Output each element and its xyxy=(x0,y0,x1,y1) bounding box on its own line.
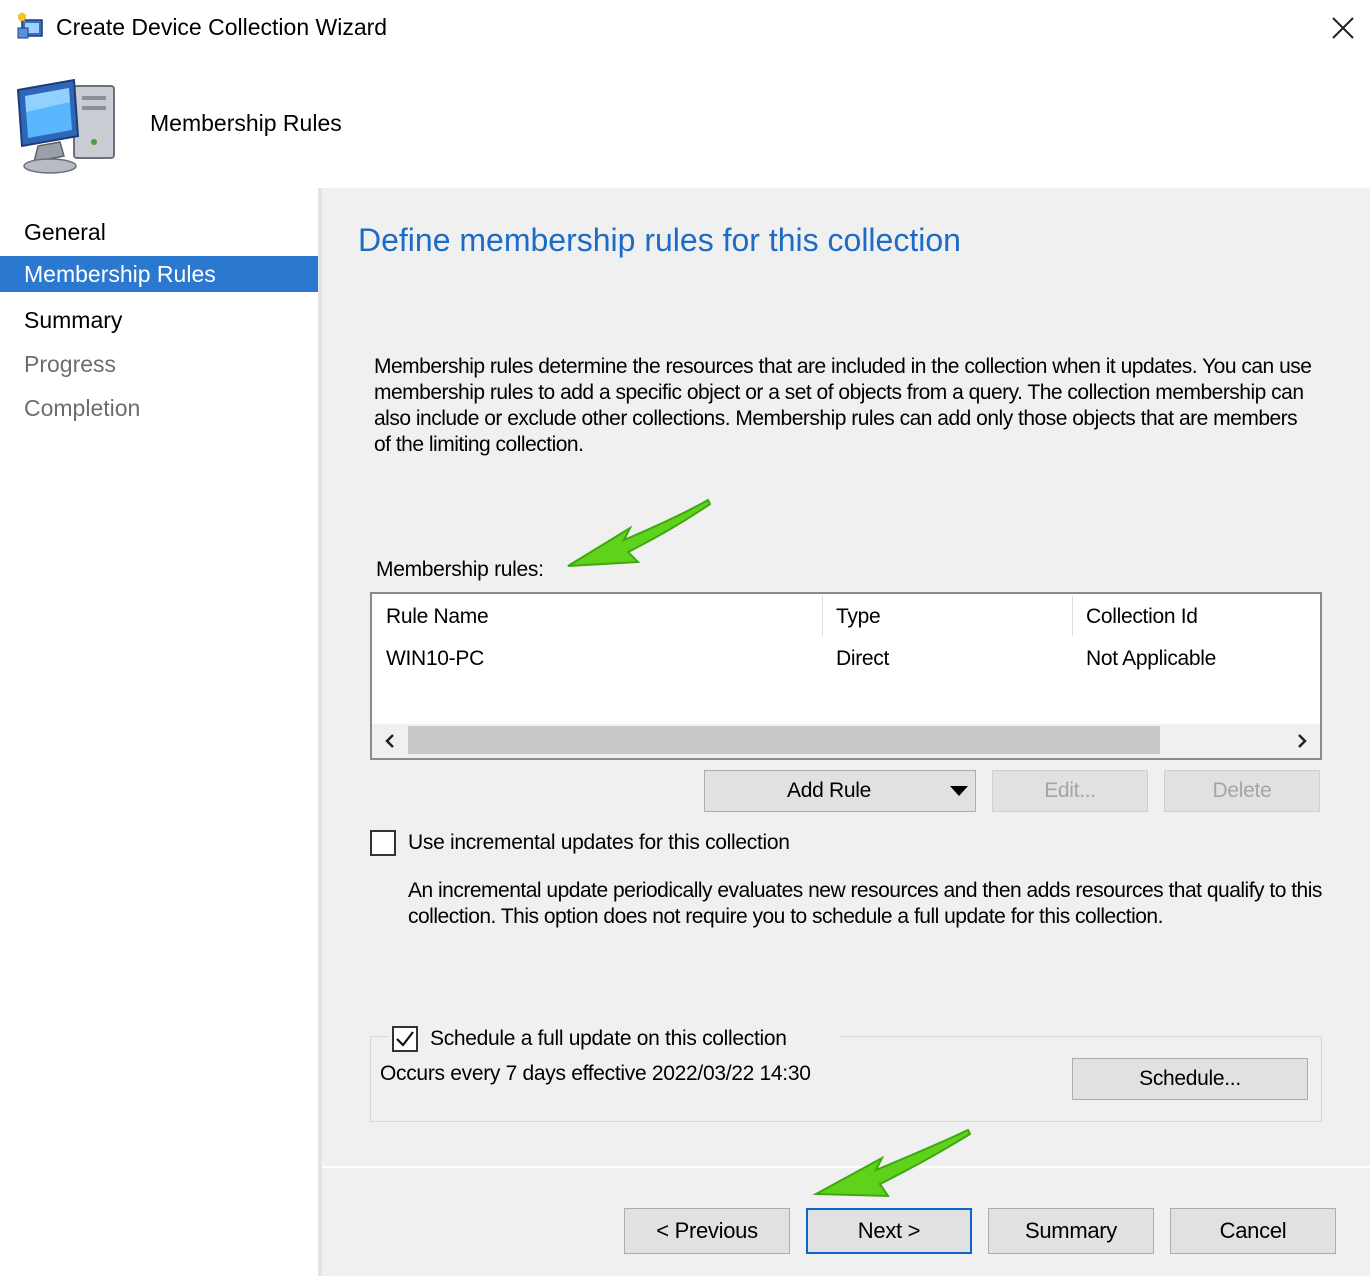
nav-item-progress: Progress xyxy=(24,351,117,377)
cell-rule-name: WIN10-PC xyxy=(386,647,484,670)
summary-button[interactable]: Summary xyxy=(988,1208,1154,1254)
cell-collection-id: Not Applicable xyxy=(1086,647,1217,670)
incremental-updates-checkbox[interactable] xyxy=(370,830,396,856)
scrollbar-thumb[interactable] xyxy=(408,726,1160,754)
membership-rules-label: Membership rules: xyxy=(376,558,544,581)
membership-description: Membership rules determine the resources… xyxy=(374,355,1312,456)
horizontal-scrollbar[interactable] xyxy=(372,724,1320,758)
title-bar: Create Device Collection Wizard xyxy=(0,0,1370,56)
incremental-updates-label[interactable]: Use incremental updates for this collect… xyxy=(408,831,790,855)
next-button[interactable]: Next > xyxy=(806,1208,972,1254)
chevron-left-icon[interactable] xyxy=(384,733,396,749)
schedule-occurs-text: Occurs every 7 days effective 2022/03/22… xyxy=(380,1062,811,1085)
page-title: Define membership rules for this collect… xyxy=(358,222,961,258)
add-rule-button[interactable]: Add Rule xyxy=(704,770,976,812)
nav-item-summary[interactable]: Summary xyxy=(0,302,318,338)
checkmark-icon xyxy=(396,1031,414,1047)
column-header-type[interactable]: Type xyxy=(822,594,1072,640)
nav-item-general[interactable]: General xyxy=(0,214,318,250)
list-header: Rule Name Type Collection Id xyxy=(372,594,1320,640)
previous-button[interactable]: < Previous xyxy=(624,1208,790,1254)
delete-rule-button[interactable]: Delete xyxy=(1164,770,1320,812)
chevron-right-icon[interactable] xyxy=(1296,733,1308,749)
nav-item-membership-rules[interactable]: Membership Rules xyxy=(0,256,318,292)
table-row[interactable]: WIN10-PC Direct Not Applicable xyxy=(372,640,1320,678)
add-rule-label: Add Rule xyxy=(787,779,871,802)
scroll-right-button[interactable] xyxy=(1284,724,1320,758)
wizard-app-icon xyxy=(17,11,43,39)
window-title: Create Device Collection Wizard xyxy=(56,14,388,40)
header-title: Membership Rules xyxy=(150,110,342,136)
cancel-button[interactable]: Cancel xyxy=(1170,1208,1336,1254)
incremental-updates-description: An incremental update periodically evalu… xyxy=(408,879,1322,928)
close-button[interactable] xyxy=(1318,6,1368,50)
content-panel: Define membership rules for this collect… xyxy=(322,188,1370,1276)
wizard-header: Membership Rules xyxy=(0,56,1370,188)
close-icon[interactable] xyxy=(1331,16,1355,40)
wizard-step-nav: General Membership Rules Summary Progres… xyxy=(0,188,318,1276)
column-header-rule-name[interactable]: Rule Name xyxy=(372,594,822,640)
computer-icon xyxy=(16,78,115,174)
nav-item-completion: Completion xyxy=(24,395,141,421)
footer-divider xyxy=(322,1166,1370,1168)
schedule-button[interactable]: Schedule... xyxy=(1072,1058,1308,1100)
schedule-full-update-label[interactable]: Schedule a full update on this collectio… xyxy=(430,1027,787,1051)
schedule-full-update-checkbox[interactable] xyxy=(392,1026,418,1052)
column-header-collection-id[interactable]: Collection Id xyxy=(1072,594,1320,640)
dropdown-arrow-icon xyxy=(950,786,968,796)
membership-rules-list[interactable]: Rule Name Type Collection Id WIN10-PC Di… xyxy=(370,592,1322,760)
scroll-left-button[interactable] xyxy=(372,724,408,758)
edit-rule-button[interactable]: Edit... xyxy=(992,770,1148,812)
schedule-legend: Schedule a full update on this collectio… xyxy=(388,1024,840,1054)
cell-type: Direct xyxy=(836,647,890,670)
